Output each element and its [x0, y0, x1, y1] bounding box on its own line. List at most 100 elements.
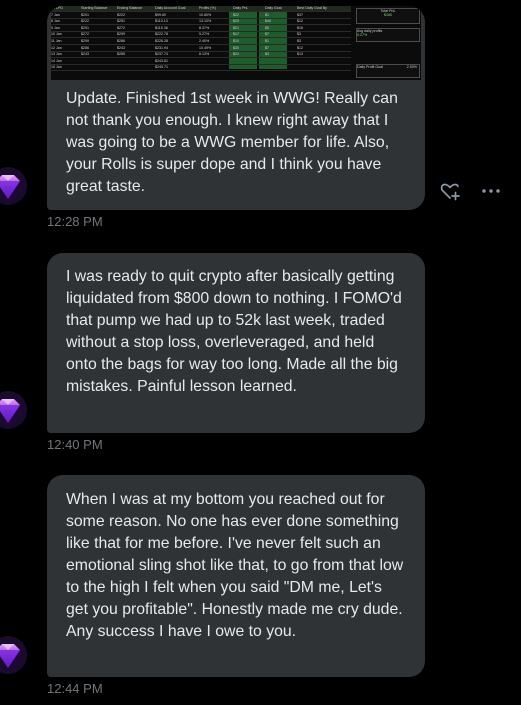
- spreadsheet-cell: $3: [297, 32, 301, 37]
- spreadsheet-row: 8 Jan $222 $251 $110.13 13.10% $29 $40 $12: [51, 19, 351, 26]
- spreadsheet-cell: ne LPD: [51, 6, 63, 10]
- spreadsheet-cell: $37: [297, 12, 303, 17]
- spreadsheet-cell: $7: [265, 32, 269, 37]
- spreadsheet-cell: $21: [233, 52, 239, 57]
- message-time-1: 12:28 PM: [47, 214, 103, 229]
- message-bubble-2[interactable]: I was ready to quit crypto after basical…: [47, 253, 425, 433]
- spreadsheet-cell: $231.94: [155, 45, 168, 50]
- spreadsheet-cell: $249.71: [155, 65, 168, 70]
- spreadsheet-cell: $222: [81, 19, 89, 24]
- spreadsheet-cell: $10: [233, 39, 239, 43]
- spreadsheet-cell: Daily Account Goal: [155, 6, 186, 10]
- message-text-3: When I was at my bottom you reached out …: [66, 491, 404, 640]
- spreadsheet-cell: 8.37%: [199, 25, 210, 30]
- spreadsheet-row: 12 Jan $286 $243 $231.94 10.49% $30 $7 $12: [51, 46, 351, 52]
- spreadsheet-row: 14 Jan $243.81: [51, 59, 351, 65]
- sender-avatar-gem-icon[interactable]: [0, 166, 28, 206]
- spreadsheet-cell: 10.80%: [199, 12, 212, 17]
- sender-avatar-gem-icon[interactable]: [0, 390, 28, 430]
- spreadsheet-cell: 13.10%: [199, 19, 212, 24]
- message-bubble-1[interactable]: ne LPD Starting Balance Ending Balance Dail…: [47, 6, 425, 210]
- spreadsheet-cell: $226.28: [155, 39, 168, 43]
- spreadsheet-cell: 2.40%: [199, 39, 210, 43]
- spreadsheet-row: 11 Jan $299 $286 $226.28 2.40% $10 $1 $3: [51, 39, 351, 45]
- spreadsheet-cell: 11 Jan: [51, 39, 62, 43]
- spreadsheet-cell: 8.13%: [199, 52, 210, 57]
- spreadsheet-cell: $99.60: [155, 12, 166, 17]
- spreadsheet-cell: $222.78: [155, 32, 168, 37]
- message-text-2: I was ready to quit crypto after basical…: [66, 268, 402, 395]
- total-pnl-box: Total PnL $180: [356, 8, 420, 24]
- spreadsheet-cell: $21: [233, 25, 239, 30]
- spreadsheet-cell: $22: [233, 12, 239, 17]
- spreadsheet-cell: $285: [117, 52, 125, 57]
- spreadsheet-row: 9 Jan $251 $272 $115.38 8.37% $21 $5 $16: [51, 26, 351, 32]
- message-actions: [439, 180, 501, 202]
- spreadsheet-cell: $115.38: [155, 25, 168, 30]
- spreadsheet-cell: 10 Jan: [51, 32, 62, 37]
- message-text-1: Update. Finished 1st week in WWG! Really…: [66, 90, 398, 195]
- spreadsheet-cell: $7: [265, 45, 269, 50]
- spreadsheet-cell: $251: [81, 25, 89, 30]
- spreadsheet-cell: $12: [297, 19, 303, 24]
- spreadsheet-cell: 15 Jan: [51, 65, 62, 70]
- spreadsheet-cell: $272: [81, 32, 89, 37]
- spreadsheet-cell: Daily PnL: [233, 6, 249, 10]
- spreadsheet-cell: $272: [117, 25, 125, 30]
- spreadsheet-row: 15 Jan $249.71: [51, 65, 351, 72]
- spreadsheet-cell: $237.74: [155, 52, 168, 57]
- spreadsheet-row: 13 Jan $243 $285 $237.74 8.13% $21 $3 $13: [51, 52, 351, 59]
- message-time-2: 12:40 PM: [47, 437, 103, 452]
- spreadsheet-cell: 8 Jan: [51, 19, 60, 24]
- spreadsheet-image[interactable]: ne LPD Starting Balance Ending Balance Dail…: [51, 6, 421, 80]
- spreadsheet-cell: $1: [265, 12, 269, 17]
- spreadsheet-cell: $3: [297, 39, 301, 43]
- spreadsheet-cell: $17: [233, 32, 239, 37]
- message-time-3: 12:44 PM: [47, 681, 103, 696]
- spreadsheet-cell: Starting Balance: [81, 6, 108, 10]
- spreadsheet-cell: Ending Balance: [117, 6, 143, 10]
- spreadsheet-cell: $299: [81, 39, 89, 43]
- spreadsheet-cell: $243: [117, 45, 125, 50]
- spreadsheet-cell: $251: [117, 19, 125, 24]
- spreadsheet-cell: $222: [117, 12, 125, 17]
- spreadsheet-cell: 9 Jan: [51, 25, 60, 30]
- profit-goal-box: Daily Profit Goal 2.50%: [356, 64, 420, 78]
- spreadsheet-cell: $243.81: [155, 58, 168, 63]
- spreadsheet-cell: $286: [117, 39, 125, 43]
- spreadsheet-cell: Best Daily Goal By: [297, 6, 327, 10]
- profit-goal-label: Daily Profit Goal: [357, 65, 383, 69]
- more-options-icon[interactable]: [481, 180, 501, 202]
- spreadsheet-cell: $12: [297, 45, 303, 50]
- spreadsheet-cell: $30: [233, 45, 239, 50]
- message-bubble-3[interactable]: When I was at my bottom you reached out …: [47, 475, 425, 677]
- spreadsheet-cell: $299: [117, 32, 125, 37]
- spreadsheet-cell: $40: [265, 19, 271, 24]
- spreadsheet-cell: $286: [81, 45, 89, 50]
- spreadsheet-cell: $1: [265, 39, 269, 43]
- spreadsheet-row: 10 Jan $272 $299 $222.78 5.27% $17 $7 $3: [51, 32, 351, 39]
- spreadsheet-cell: $201: [81, 12, 89, 17]
- spreadsheet-cell: 5.27%: [199, 32, 210, 37]
- spreadsheet-header-row: ne LPD Starting Balance Ending Balance Dail…: [51, 6, 351, 12]
- avg-profit-value: 5.27%: [357, 33, 368, 37]
- spreadsheet-cell: 13 Jan: [51, 52, 62, 57]
- profit-goal-value: 2.50%: [406, 65, 417, 69]
- sender-avatar-gem-icon[interactable]: [0, 635, 28, 675]
- spreadsheet-cell: 7 Jan: [51, 12, 60, 17]
- spreadsheet-cell: $29: [233, 19, 239, 24]
- spreadsheet-cell: $13: [297, 52, 303, 57]
- spreadsheet-cell: Daily Goal: [265, 6, 282, 10]
- spreadsheet-row: 7 Jan $201 $222 $99.60 10.80% $22 $1 $37: [51, 13, 351, 19]
- spreadsheet-cell: $110.13: [155, 19, 168, 24]
- spreadsheet-cell: $5: [265, 25, 269, 30]
- spreadsheet-cell: 14 Jan: [51, 58, 62, 63]
- spreadsheet-cell: Profits (%): [199, 6, 216, 10]
- total-pnl-value: $180: [384, 13, 392, 17]
- spreadsheet-cell: 10.49%: [199, 45, 212, 50]
- avg-profit-box: Avg daily profits 5.27%: [356, 28, 420, 42]
- spreadsheet-cell: 12 Jan: [51, 45, 62, 50]
- add-reaction-heart-icon[interactable]: [439, 180, 461, 202]
- spreadsheet-cell: $16: [297, 25, 303, 30]
- spreadsheet-cell: $243: [81, 52, 89, 57]
